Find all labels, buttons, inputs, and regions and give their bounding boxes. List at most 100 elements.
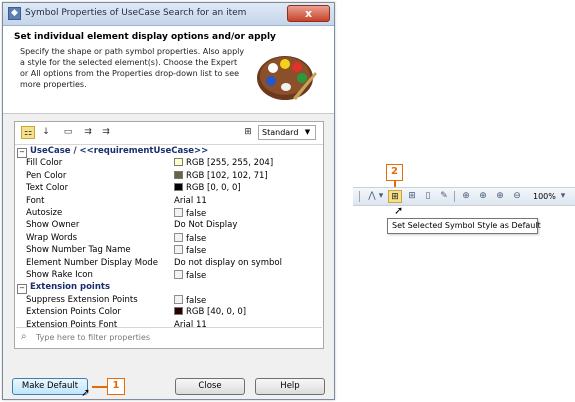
property-value[interactable]: Do not display on symbol (174, 258, 282, 268)
property-value[interactable]: RGB [0, 0, 0] (174, 183, 241, 193)
make-default-icon[interactable]: ⊞ (241, 126, 255, 139)
property-row[interactable]: Autosize false (15, 207, 323, 219)
sort-alphabetical-icon[interactable]: ↓ (39, 126, 53, 139)
group-header[interactable]: − Extension points (15, 281, 323, 295)
property-value[interactable]: RGB [102, 102, 71] (174, 170, 268, 181)
help-button[interactable]: Help (255, 378, 325, 395)
zoom-fit-icon[interactable]: ⊕ (459, 190, 473, 203)
property-value[interactable]: false (174, 245, 206, 256)
property-name: Fill Color (26, 158, 63, 169)
property-value-text: Do Not Display (174, 220, 238, 231)
color-swatch (174, 170, 183, 179)
property-row[interactable]: Pen Color RGB [102, 102, 71] (15, 170, 323, 182)
property-row[interactable]: Show Rake Icon false (15, 269, 323, 281)
header-title: Set individual element display options a… (14, 32, 276, 42)
property-value-text: RGB [102, 102, 71] (186, 170, 268, 181)
chevron-down-icon[interactable]: ▾ (558, 190, 568, 203)
filter-field[interactable]: ⌕ Type here to filter properties (16, 327, 322, 348)
zoom-in-icon[interactable]: ⊕ (493, 190, 507, 203)
property-row[interactable]: Suppress Extension Points false (15, 294, 323, 306)
clipboard-icon[interactable]: ▯ (421, 190, 435, 203)
property-name: Pen Color (26, 170, 67, 181)
tooltip: Set Selected Symbol Style as Default (387, 218, 541, 234)
property-value-text: false (186, 246, 207, 257)
toolbar-separator (454, 191, 455, 202)
property-name: Show Rake Icon (26, 270, 93, 280)
group-header[interactable]: − UseCase / <<requirementUseCase>> (15, 145, 323, 158)
chevron-down-icon[interactable]: ▾ (377, 190, 385, 203)
palette-icon (257, 56, 317, 100)
property-value-text: RGB [40, 0, 0] (186, 307, 247, 318)
property-value[interactable]: false (174, 294, 207, 306)
property-value[interactable]: Do Not Display (174, 220, 237, 230)
property-row[interactable]: Fill Color RGB [255, 255, 204] (15, 157, 323, 169)
property-name: Show Number Tag Name (26, 245, 131, 256)
property-name: Wrap Words (26, 232, 78, 243)
properties-panel: ⚏ ↓ ▭ ⇉ ⇉ ⊞ Standard ▼ − UseCase / <<requ… (14, 121, 324, 349)
symbol-properties-dialog: ◆ Symbol Properties of UseCase Search fo… (2, 2, 335, 400)
property-value-text: false (186, 295, 207, 306)
zoom-out-icon[interactable]: ⊖ (510, 190, 524, 203)
group-name: UseCase / <<requirementUseCase>> (30, 146, 209, 156)
checkbox[interactable] (174, 270, 183, 279)
property-name: Extension Points Color (26, 307, 121, 318)
properties-mode-select[interactable]: Standard ▼ (258, 125, 316, 140)
title-bar[interactable]: ◆ Symbol Properties of UseCase Search fo… (3, 3, 334, 26)
property-value[interactable]: false (174, 208, 206, 219)
property-value-text: Do not display on symbol (174, 257, 282, 268)
apply-style-all-icon[interactable]: ⇉ (99, 126, 113, 139)
group-label: − UseCase / <<requirementUseCase>> (17, 146, 208, 158)
close-window-button[interactable]: x (287, 5, 330, 22)
property-row[interactable]: Element Number Display Mode Do not displa… (15, 257, 323, 269)
make-default-style-icon[interactable]: ⊞ (388, 190, 402, 203)
property-row[interactable]: Show Owner Do Not Display (15, 219, 323, 231)
mode-select-value: Standard (262, 128, 299, 137)
property-value[interactable]: false (174, 270, 206, 281)
property-name: Text Color (26, 183, 69, 194)
make-default-button[interactable]: Make Default (12, 378, 88, 395)
property-value-text: Arial 11 (174, 195, 207, 206)
callout-1-badge: 1 (107, 378, 125, 395)
property-name: Element Number Display Mode (26, 257, 158, 268)
mouse-cursor-icon: ➚ (394, 204, 404, 217)
checkbox[interactable] (174, 208, 183, 217)
property-value-text: RGB [0, 0, 0] (186, 183, 241, 194)
dialog-header: Set individual element display options a… (3, 26, 334, 114)
paint-icon[interactable]: ✎ (437, 190, 451, 203)
checkbox[interactable] (174, 245, 183, 255)
group-name: Extension points (30, 282, 111, 293)
keyboard-icon[interactable]: ▭ (61, 126, 75, 139)
checkbox[interactable] (174, 294, 183, 304)
checkbox[interactable] (174, 232, 183, 242)
property-value[interactable]: RGB [255, 255, 204] (174, 158, 273, 168)
property-value[interactable]: false (174, 232, 206, 244)
categorized-view-icon[interactable]: ⚏ (21, 126, 35, 139)
app-icon: ◆ (8, 7, 21, 20)
property-row[interactable]: Font Arial 11 (15, 195, 323, 207)
property-value-text: false (186, 271, 207, 281)
callout-2-badge: 2 (386, 164, 403, 181)
filter-placeholder: Type here to filter properties (36, 333, 151, 342)
callout-1-line (92, 386, 107, 388)
color-swatch (174, 307, 183, 316)
property-row[interactable]: Wrap Words false (15, 232, 323, 244)
apply-style-icon[interactable]: ⇉ (81, 126, 95, 139)
zoom-selection-icon[interactable]: ⊕ (476, 190, 490, 203)
property-name: Font (26, 195, 45, 206)
toolbar-separator (359, 191, 360, 202)
apply-style-icon[interactable]: ⊞ (405, 190, 419, 203)
property-name: Autosize (26, 208, 63, 218)
properties-toolbar: ⚏ ↓ ▭ ⇉ ⇉ ⊞ Standard ▼ (15, 122, 323, 145)
color-swatch (174, 183, 183, 192)
header-description: Specify the shape or path symbol propert… (20, 47, 245, 89)
property-value[interactable]: Arial 11 (174, 196, 207, 206)
zoom-level[interactable]: 100% (533, 192, 556, 201)
search-icon: ⌕ (21, 331, 27, 342)
mouse-cursor-icon: ➚ (81, 386, 91, 399)
close-button[interactable]: Close (175, 378, 245, 395)
property-row[interactable]: Text Color RGB [0, 0, 0] (15, 182, 323, 194)
property-value[interactable]: RGB [40, 0, 0] (174, 307, 246, 317)
property-name: Suppress Extension Points (26, 294, 138, 305)
property-row[interactable]: Show Number Tag Name false (15, 244, 323, 256)
property-row[interactable]: Extension Points Color RGB [40, 0, 0] (15, 306, 323, 318)
